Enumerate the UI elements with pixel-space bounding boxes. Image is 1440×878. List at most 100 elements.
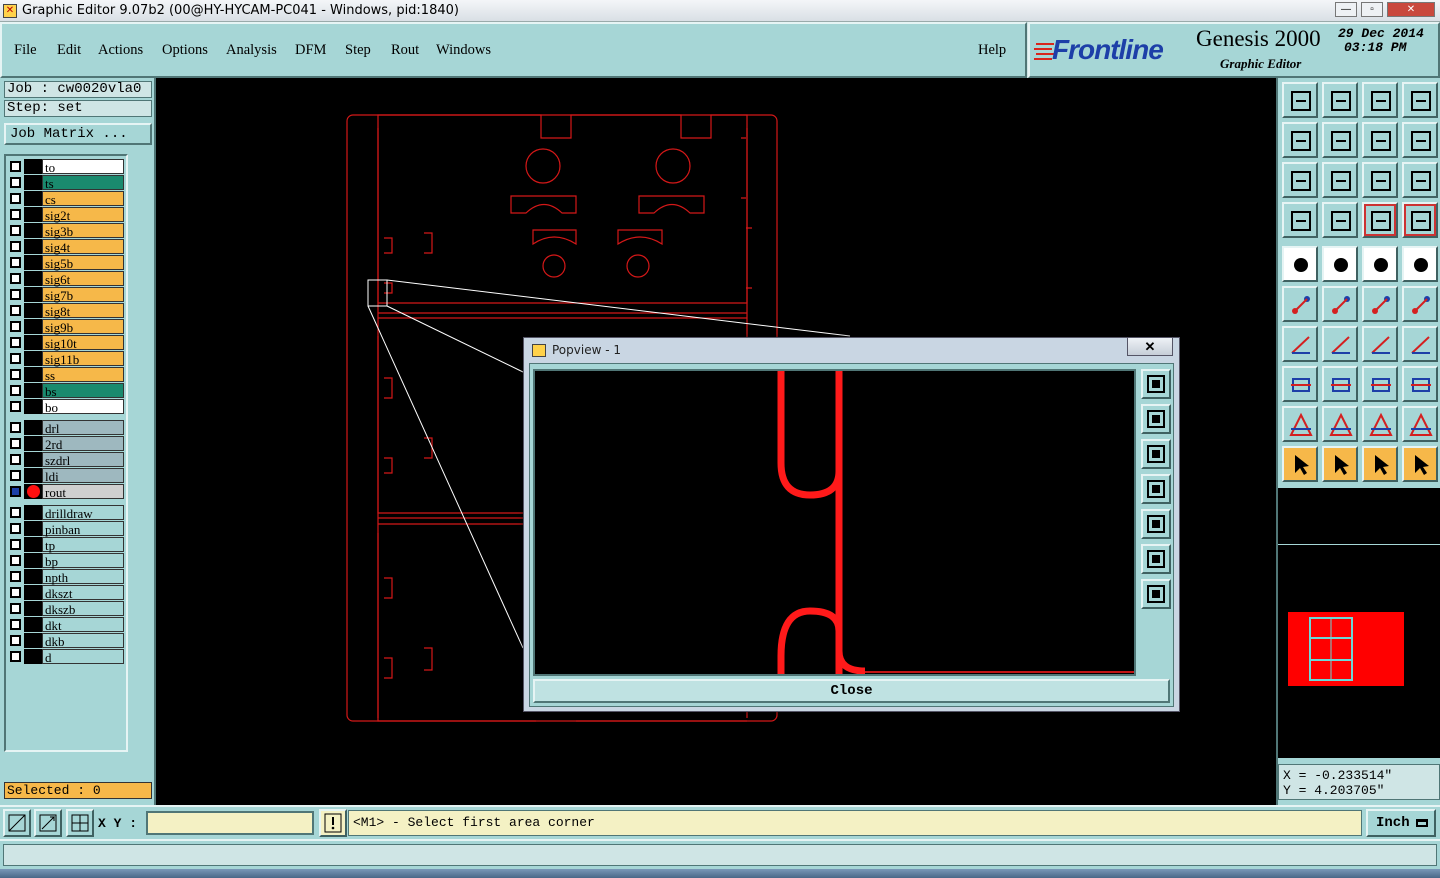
maximize-button[interactable]: ▫: [1361, 2, 1383, 17]
layer-row-pinban[interactable]: pinban: [8, 521, 124, 537]
layer-checkbox[interactable]: [10, 273, 21, 284]
menu-file[interactable]: File: [14, 42, 37, 59]
layer-checkbox[interactable]: [10, 507, 21, 518]
layer-row-sig5b[interactable]: sig5b: [8, 255, 124, 271]
popview-down-button[interactable]: [1141, 439, 1171, 469]
layer-row-ldi[interactable]: ldi: [8, 468, 124, 484]
layer-checkbox[interactable]: [10, 193, 21, 204]
layer-row-szdrl[interactable]: szdrl: [8, 452, 124, 468]
layer-row-sig4t[interactable]: sig4t: [8, 239, 124, 255]
layer-color-slot[interactable]: [24, 367, 42, 382]
layer-checkbox[interactable]: [10, 337, 21, 348]
triangle-3-button[interactable]: [1362, 406, 1398, 442]
layer-row-cs[interactable]: cs: [8, 191, 124, 207]
layer-row-sig11b[interactable]: sig11b: [8, 351, 124, 367]
layer-row-bs[interactable]: bs: [8, 383, 124, 399]
layer-color-slot[interactable]: [24, 569, 42, 584]
popview-center-button[interactable]: [1141, 579, 1171, 609]
redo-button[interactable]: [1402, 122, 1438, 158]
layer-row-ss[interactable]: ss: [8, 367, 124, 383]
home-up-button[interactable]: [1282, 82, 1318, 118]
layer-color-slot[interactable]: [24, 617, 42, 632]
pan-right-button[interactable]: [1322, 122, 1358, 158]
layer-row-sig7b[interactable]: sig7b: [8, 287, 124, 303]
ruler-button[interactable]: [1362, 246, 1398, 282]
layer-row-drl[interactable]: drl: [8, 420, 124, 436]
layer-checkbox[interactable]: [10, 161, 21, 172]
layer-color-slot[interactable]: [24, 601, 42, 616]
color-button[interactable]: [1322, 246, 1358, 282]
layer-checkbox[interactable]: [10, 241, 21, 252]
menu-actions[interactable]: Actions: [98, 42, 143, 59]
layer-checkbox[interactable]: [10, 385, 21, 396]
layer-color-slot[interactable]: [24, 452, 42, 467]
layer-checkbox[interactable]: [10, 438, 21, 449]
zoom-area-button[interactable]: [3, 809, 31, 837]
layer-row-npth[interactable]: npth: [8, 569, 124, 585]
layer-row-sig3b[interactable]: sig3b: [8, 223, 124, 239]
layer-color-slot[interactable]: [24, 399, 42, 414]
popview-close-x[interactable]: ✕: [1127, 338, 1173, 356]
split-button[interactable]: [1402, 326, 1438, 362]
layer-row-sig10t[interactable]: sig10t: [8, 335, 124, 351]
layer-row-dkszt[interactable]: dkszt: [8, 585, 124, 601]
layer-checkbox[interactable]: [10, 555, 21, 566]
layer-color-slot[interactable]: [24, 287, 42, 302]
route-button[interactable]: [1402, 446, 1438, 482]
layer-color-slot[interactable]: [24, 271, 42, 286]
settings-button[interactable]: [1282, 202, 1318, 238]
menu-options[interactable]: Options: [162, 42, 208, 59]
zoom-center-button[interactable]: [1322, 162, 1358, 198]
layer-checkbox[interactable]: [10, 470, 21, 481]
menu-windows[interactable]: Windows: [436, 42, 491, 59]
popview-up-button[interactable]: [1141, 404, 1171, 434]
copy-button[interactable]: [1402, 366, 1438, 402]
layer-color-slot[interactable]: [24, 175, 42, 190]
layer-checkbox[interactable]: [10, 603, 21, 614]
layer-row-sig9b[interactable]: sig9b: [8, 319, 124, 335]
layer-checkbox[interactable]: [10, 209, 21, 220]
layer-color-slot[interactable]: [24, 383, 42, 398]
layer-checkbox[interactable]: [10, 619, 21, 630]
menu-help[interactable]: Help: [978, 42, 1006, 59]
layer-checkbox[interactable]: [10, 523, 21, 534]
triangle-2-button[interactable]: [1322, 406, 1358, 442]
layer-checkbox[interactable]: [10, 454, 21, 465]
layer-checkbox[interactable]: [10, 321, 21, 332]
alert-button[interactable]: [319, 809, 347, 837]
nodes-button[interactable]: [1282, 286, 1318, 322]
minimize-button[interactable]: —: [1335, 2, 1357, 17]
window-button[interactable]: [1402, 82, 1438, 118]
layer-color-slot[interactable]: [24, 335, 42, 350]
layer-color-slot[interactable]: [24, 420, 42, 435]
layer-checkbox[interactable]: [10, 635, 21, 646]
layer-color-slot[interactable]: [24, 649, 42, 664]
cross-button[interactable]: [1322, 286, 1358, 322]
grid-button[interactable]: [1322, 202, 1358, 238]
layer-row-to[interactable]: to: [8, 159, 124, 175]
open-job-button[interactable]: [1362, 82, 1398, 118]
layer-row-ts[interactable]: ts: [8, 175, 124, 191]
layer-checkbox[interactable]: [10, 587, 21, 598]
menu-rout[interactable]: Rout: [391, 42, 419, 59]
menu-edit[interactable]: Edit: [57, 42, 81, 59]
layer-color-slot[interactable]: [24, 484, 42, 499]
layers-red-button[interactable]: [1362, 202, 1398, 238]
layer-row-d[interactable]: d: [8, 649, 124, 665]
layer-color-slot[interactable]: [24, 633, 42, 648]
arc-button[interactable]: [1362, 326, 1398, 362]
xy-input[interactable]: [146, 811, 314, 835]
popview-fit-button[interactable]: [1141, 544, 1171, 574]
layer-color-slot[interactable]: [24, 351, 42, 366]
layer-color-slot[interactable]: [24, 553, 42, 568]
layer-color-slot[interactable]: [24, 521, 42, 536]
layer-row-sig2t[interactable]: sig2t: [8, 207, 124, 223]
arrow-point-button[interactable]: [1402, 286, 1438, 322]
layer-color-slot[interactable]: [24, 207, 42, 222]
layer-color-slot[interactable]: [24, 505, 42, 520]
scale-1-2-button[interactable]: [1362, 162, 1398, 198]
layer-checkbox[interactable]: [10, 422, 21, 433]
layer-checkbox[interactable]: [10, 289, 21, 300]
help-button[interactable]: [1402, 162, 1438, 198]
layer-checkbox[interactable]: [10, 257, 21, 268]
